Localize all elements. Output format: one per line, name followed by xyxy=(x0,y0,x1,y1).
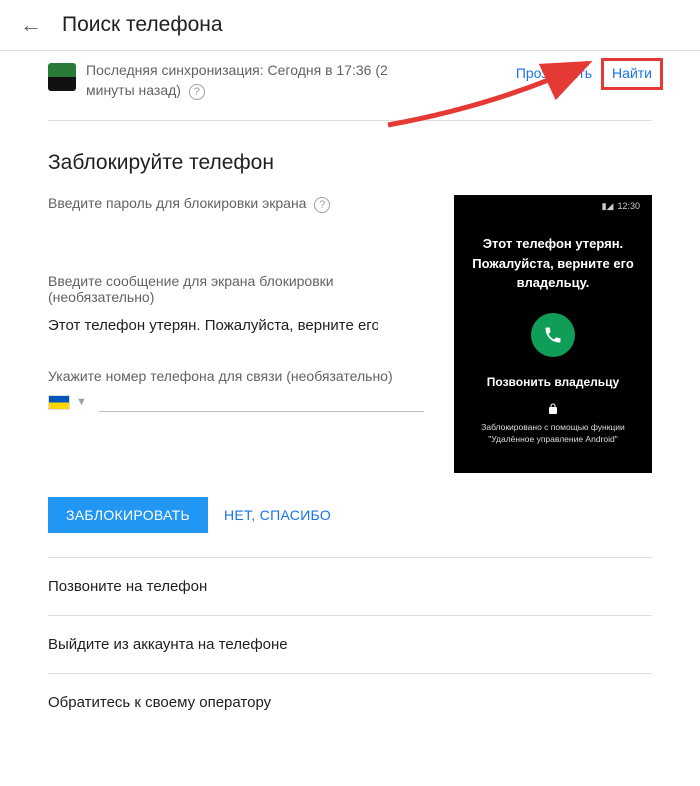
lock-screen-preview: ▮◢ 12:30 Этот телефон утерян. Пожалуйста… xyxy=(454,195,652,473)
option-call-phone[interactable]: Позвоните на телефон xyxy=(48,557,652,615)
message-input[interactable]: Этот телефон утерян. Пожалуйста, верните… xyxy=(48,311,378,340)
preview-lost-line2: Пожалуйста, верните его xyxy=(472,254,634,274)
phone-field-label: Укажите номер телефона для связи (необяз… xyxy=(48,368,424,384)
signal-icon: ▮◢ xyxy=(602,201,614,212)
preview-locked-line1: Заблокировано с помощью функции xyxy=(481,422,625,434)
page-title: Поиск телефона xyxy=(62,13,223,37)
preview-lost-line1: Этот телефон утерян. xyxy=(472,234,634,254)
back-arrow-icon[interactable]: ← xyxy=(20,12,42,38)
ring-device-link[interactable]: Прозвонить xyxy=(516,65,592,81)
option-contact-carrier[interactable]: Обратитесь к своему оператору xyxy=(48,673,652,731)
device-thumbnail xyxy=(48,63,76,91)
help-icon[interactable]: ? xyxy=(314,197,330,213)
preview-lost-line3: владельцу. xyxy=(472,273,634,293)
cancel-button[interactable]: НЕТ, СПАСИБО xyxy=(224,507,331,523)
chevron-down-icon[interactable]: ▼ xyxy=(76,396,87,408)
password-field-label: Введите пароль для блокировки экрана xyxy=(48,195,306,211)
preview-call-owner: Позвонить владельцу xyxy=(487,375,619,389)
find-device-link[interactable]: Найти xyxy=(612,65,652,81)
option-sign-out[interactable]: Выйдите из аккаунта на телефоне xyxy=(48,615,652,673)
lock-section-title: Заблокируйте телефон xyxy=(48,121,652,195)
preview-time: 12:30 xyxy=(617,201,640,212)
lock-icon xyxy=(547,403,559,418)
call-button-preview xyxy=(531,313,575,357)
help-icon[interactable]: ? xyxy=(189,84,205,100)
phone-number-input[interactable] xyxy=(99,392,424,412)
country-flag-icon[interactable] xyxy=(48,395,70,410)
message-field-label: Введите сообщение для экрана блокировки … xyxy=(48,273,424,305)
sync-status-text: Последняя синхронизация: Сегодня в 17:36… xyxy=(86,62,388,98)
preview-locked-line2: "Удалённое управление Android" xyxy=(481,434,625,446)
lock-button[interactable]: ЗАБЛОКИРОВАТЬ xyxy=(48,497,208,533)
